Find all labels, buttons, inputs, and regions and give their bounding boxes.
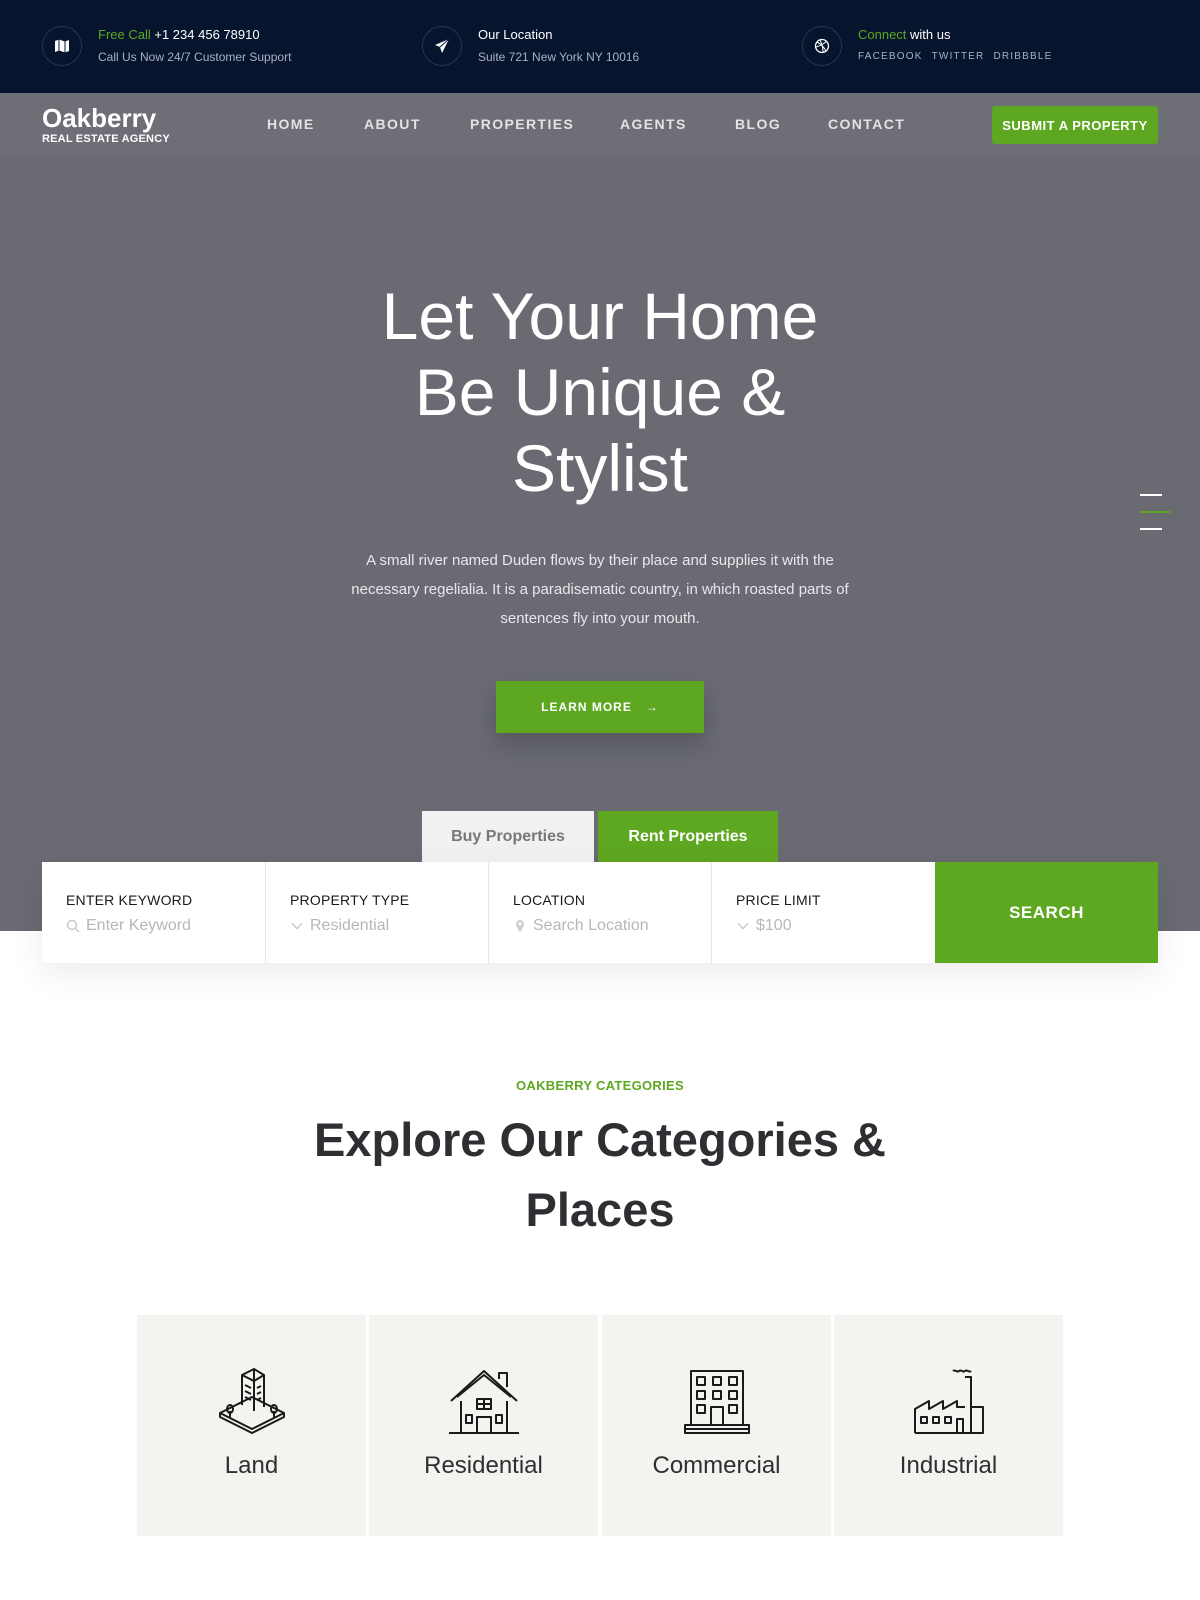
map-icon [42,26,82,66]
category-name: Commercial [652,1452,781,1479]
connect-info: Connect with us FACEBOOK TWITTER DRIBBBL… [802,24,1053,66]
hero-title-line: Let Your Home [381,279,819,353]
property-type-label: PROPERTY TYPE [290,892,410,908]
dribbble-link[interactable]: DRIBBBLE [993,48,1052,66]
top-info-bar: Free Call +1 234 456 78910 Call Us Now 2… [0,0,1200,93]
submit-property-button[interactable]: SUBMIT A PROPERTY [992,106,1158,144]
building-land-icon [137,1367,366,1439]
factory-icon [834,1367,1063,1439]
tab-buy-properties[interactable]: Buy Properties [422,811,594,862]
category-card-residential[interactable]: Residential [369,1315,598,1536]
category-card-industrial[interactable]: Industrial [834,1315,1063,1536]
location-pin-icon [513,919,527,933]
search-icon [66,919,80,933]
keyword-label: ENTER KEYWORD [66,892,193,908]
location-label: LOCATION [513,892,586,908]
hero-title: Let Your Home Be Unique & Stylist [300,278,900,506]
twitter-link[interactable]: TWITTER [932,48,985,66]
hero-title-line: Stylist [511,431,689,505]
keyword-input[interactable]: Enter Keyword [86,917,191,935]
category-card-commercial[interactable]: Commercial [602,1315,831,1536]
hero-title-line: Be Unique & [414,355,786,429]
category-name: Residential [424,1452,543,1479]
location-field[interactable]: LOCATION Search Location [489,862,712,963]
categories-title-line: Places [525,1183,675,1236]
facebook-link[interactable]: FACEBOOK [858,48,923,66]
location-address: Suite 721 New York NY 10016 [478,50,640,64]
slide-indicator-active[interactable] [1140,511,1170,513]
free-call-label: Free Call [98,27,151,42]
price-limit-select[interactable]: $100 [756,917,792,935]
categories-title: Explore Our Categories & Places [250,1105,950,1245]
nav-contact[interactable]: CONTACT [828,116,905,132]
social-links: FACEBOOK TWITTER DRIBBBLE [858,48,1053,66]
nav-blog[interactable]: BLOG [735,116,781,132]
learn-more-label: LEARN MORE [541,700,632,714]
property-type-select[interactable]: Residential [310,917,389,935]
location-input[interactable]: Search Location [533,917,649,935]
category-card-land[interactable]: Land [137,1315,366,1536]
hero-desc-line: sentences fly into your mouth. [500,610,700,627]
hero-description: A small river named Duden flows by their… [320,546,880,633]
chevron-down-icon [736,919,750,933]
keyword-field[interactable]: ENTER KEYWORD Enter Keyword [42,862,266,963]
property-search-bar: ENTER KEYWORD Enter Keyword PROPERTY TYP… [42,862,1158,963]
slide-indicator[interactable] [1140,528,1162,530]
tab-rent-properties[interactable]: Rent Properties [598,811,778,862]
categories-eyebrow: OAKBERRY CATEGORIES [516,1078,684,1093]
logo-tagline[interactable]: REAL ESTATE AGENCY [42,133,170,145]
office-building-icon [602,1367,831,1439]
nav-about[interactable]: ABOUT [364,116,421,132]
paper-plane-icon [422,26,462,66]
slide-indicator[interactable] [1140,494,1162,496]
location-info: Our Location Suite 721 New York NY 10016 [422,24,639,66]
connect-rest: with us [906,27,951,42]
nav-home[interactable]: HOME [267,116,315,132]
nav-agents[interactable]: AGENTS [620,116,687,132]
location-title: Our Location [478,27,553,42]
arrow-right-icon: → [645,700,659,714]
search-button[interactable]: SEARCH [935,862,1158,963]
price-limit-label: PRICE LIMIT [736,892,821,908]
call-subtext: Call Us Now 24/7 Customer Support [98,50,292,64]
price-limit-field[interactable]: PRICE LIMIT $100 [712,862,935,963]
category-name: Industrial [899,1452,998,1479]
connect-label: Connect [858,27,907,42]
chevron-down-icon [290,919,304,933]
logo-name[interactable]: Oakberry [42,103,156,133]
nav-properties[interactable]: PROPERTIES [470,116,574,132]
main-navbar: Oakberry REAL ESTATE AGENCY HOME ABOUT P… [0,93,1200,157]
phone-number[interactable]: +1 234 456 78910 [154,27,259,42]
categories-title-line: Explore Our Categories & [314,1113,886,1166]
learn-more-button[interactable]: LEARN MORE → [496,681,704,733]
property-type-field[interactable]: PROPERTY TYPE Residential [266,862,489,963]
dribbble-icon [802,26,842,66]
hero-desc-line: necessary regelialia. It is a paradisema… [351,581,849,598]
call-info: Free Call +1 234 456 78910 Call Us Now 2… [42,24,291,66]
house-icon [369,1367,598,1439]
hero-desc-line: A small river named Duden flows by their… [366,552,834,569]
category-name: Land [224,1452,279,1479]
